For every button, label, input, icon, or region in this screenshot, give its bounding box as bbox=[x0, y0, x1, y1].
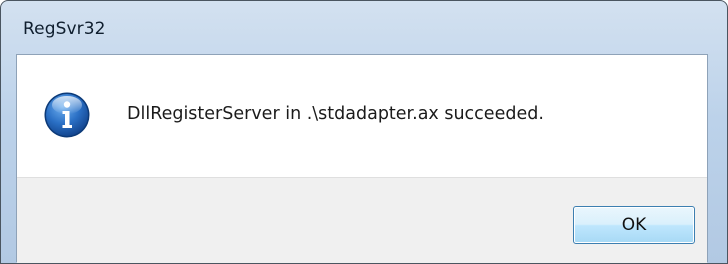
message-area: DllRegisterServer in .\stdadapter.ax suc… bbox=[17, 55, 707, 177]
button-bar: OK bbox=[17, 177, 707, 263]
dialog-body: DllRegisterServer in .\stdadapter.ax suc… bbox=[16, 54, 708, 263]
message-text: DllRegisterServer in .\stdadapter.ax suc… bbox=[127, 104, 544, 124]
dialog-window: RegSvr32 DllRegisterServer in .\stdadapt… bbox=[0, 0, 728, 264]
information-icon bbox=[44, 92, 90, 138]
title-bar[interactable]: RegSvr32 bbox=[1, 1, 727, 45]
window-title: RegSvr32 bbox=[23, 19, 106, 39]
ok-button[interactable]: OK bbox=[573, 206, 695, 244]
